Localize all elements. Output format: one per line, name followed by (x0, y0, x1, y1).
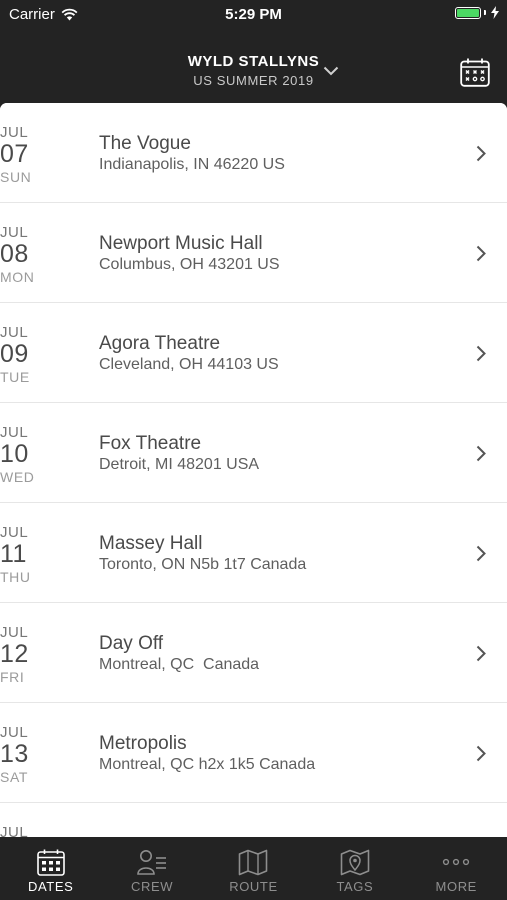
chevron-down-icon[interactable] (323, 66, 339, 76)
tour-selector[interactable]: WYLD STALLYNS US SUMMER 2019 (0, 53, 507, 88)
date-weekday: MON (0, 269, 35, 285)
crew-icon (137, 850, 167, 875)
date-weekday: THU (0, 569, 31, 585)
calendar-icon (36, 849, 65, 876)
tab-bar: DATES CREW ROUTE TAGS MORE (0, 838, 507, 900)
dates-list[interactable]: JUL 07 SUN The Vogue Indianapolis, IN 46… (0, 103, 507, 837)
date-row[interactable]: JUL (0, 803, 507, 837)
date-weekday: SUN (0, 169, 32, 185)
artist-title[interactable]: WYLD STALLYNS (188, 53, 320, 70)
date-day: 10 (0, 440, 29, 468)
venue-address: Columbus, OH 43201 US (99, 256, 280, 273)
date-month: JUL (0, 524, 29, 541)
tab-crew[interactable]: CREW (101, 838, 202, 900)
status-bar: Carrier 5:29 PM (0, 0, 507, 30)
venue-name: The Vogue (99, 133, 191, 154)
more-icon (443, 858, 470, 866)
nav-header: WYLD STALLYNS US SUMMER 2019 (0, 30, 507, 103)
date-weekday: TUE (0, 369, 30, 385)
date-row[interactable]: JUL 10 WED Fox Theatre Detroit, MI 48201… (0, 403, 507, 503)
date-row[interactable]: JUL 07 SUN The Vogue Indianapolis, IN 46… (0, 103, 507, 203)
tab-tags[interactable]: TAGS (304, 838, 405, 900)
venue-name: Newport Music Hall (99, 233, 263, 254)
chevron-right-icon (476, 445, 486, 462)
date-day: 13 (0, 740, 29, 768)
venue-name: Fox Theatre (99, 433, 202, 454)
date-row[interactable]: JUL 12 FRI Day Off Montreal, QC Canada (0, 603, 507, 703)
map-icon (239, 849, 268, 876)
date-day: 08 (0, 240, 29, 268)
chevron-right-icon (476, 645, 486, 662)
battery-cap (484, 10, 486, 15)
chevron-right-icon (476, 745, 486, 762)
venue-name: Metropolis (99, 733, 187, 754)
tour-subtitle[interactable]: US SUMMER 2019 (0, 73, 507, 88)
tab-label: DATES (28, 879, 74, 894)
date-day: 12 (0, 640, 29, 668)
date-row[interactable]: JUL 11 THU Massey Hall Toronto, ON N5b 1… (0, 503, 507, 603)
date-day: 07 (0, 140, 29, 168)
venue-name: Day Off (99, 633, 164, 654)
date-row[interactable]: JUL 09 TUE Agora Theatre Cleveland, OH 4… (0, 303, 507, 403)
date-weekday: SAT (0, 769, 28, 785)
date-weekday: WED (0, 469, 35, 485)
battery-fill (457, 8, 479, 17)
venue-address: Montreal, QC Canada (99, 656, 260, 673)
chevron-right-icon (476, 145, 486, 162)
chevron-right-icon (476, 545, 486, 562)
venue-name: Massey Hall (99, 533, 203, 554)
date-day: 11 (0, 540, 27, 568)
map-pin-icon (340, 849, 370, 876)
date-month: JUL (0, 224, 29, 241)
tab-label: CREW (131, 879, 174, 894)
date-month: JUL (0, 824, 29, 837)
date-row[interactable]: JUL 13 SAT Metropolis Montreal, QC h2x 1… (0, 703, 507, 803)
venue-address: Cleveland, OH 44103 US (99, 356, 279, 373)
battery-icon (455, 6, 481, 19)
status-time: 5:29 PM (225, 6, 282, 23)
date-weekday: FRI (0, 669, 25, 685)
date-month: JUL (0, 324, 29, 341)
tab-label: MORE (435, 879, 477, 894)
venue-address: Indianapolis, IN 46220 US (99, 156, 285, 173)
venue-address: Montreal, QC h2x 1k5 Canada (99, 756, 316, 773)
date-month: JUL (0, 124, 29, 141)
chevron-right-icon (476, 345, 486, 362)
calendar-view-icon[interactable] (460, 58, 490, 87)
date-month: JUL (0, 724, 29, 741)
tab-route[interactable]: ROUTE (203, 838, 304, 900)
venue-address: Detroit, MI 48201 USA (99, 456, 260, 473)
date-month: JUL (0, 624, 29, 641)
venue-name: Agora Theatre (99, 333, 221, 354)
battery-indicator (455, 6, 499, 19)
date-row[interactable]: JUL 08 MON Newport Music Hall Columbus, … (0, 203, 507, 303)
date-day: 09 (0, 340, 29, 368)
tab-more[interactable]: MORE (406, 838, 507, 900)
tab-label: TAGS (336, 879, 374, 894)
charging-bolt-icon (491, 6, 499, 19)
tab-label: ROUTE (229, 879, 278, 894)
venue-address: Toronto, ON N5b 1t7 Canada (99, 556, 307, 573)
chevron-right-icon (476, 245, 486, 262)
date-month: JUL (0, 424, 29, 441)
tab-dates[interactable]: DATES (0, 838, 101, 900)
